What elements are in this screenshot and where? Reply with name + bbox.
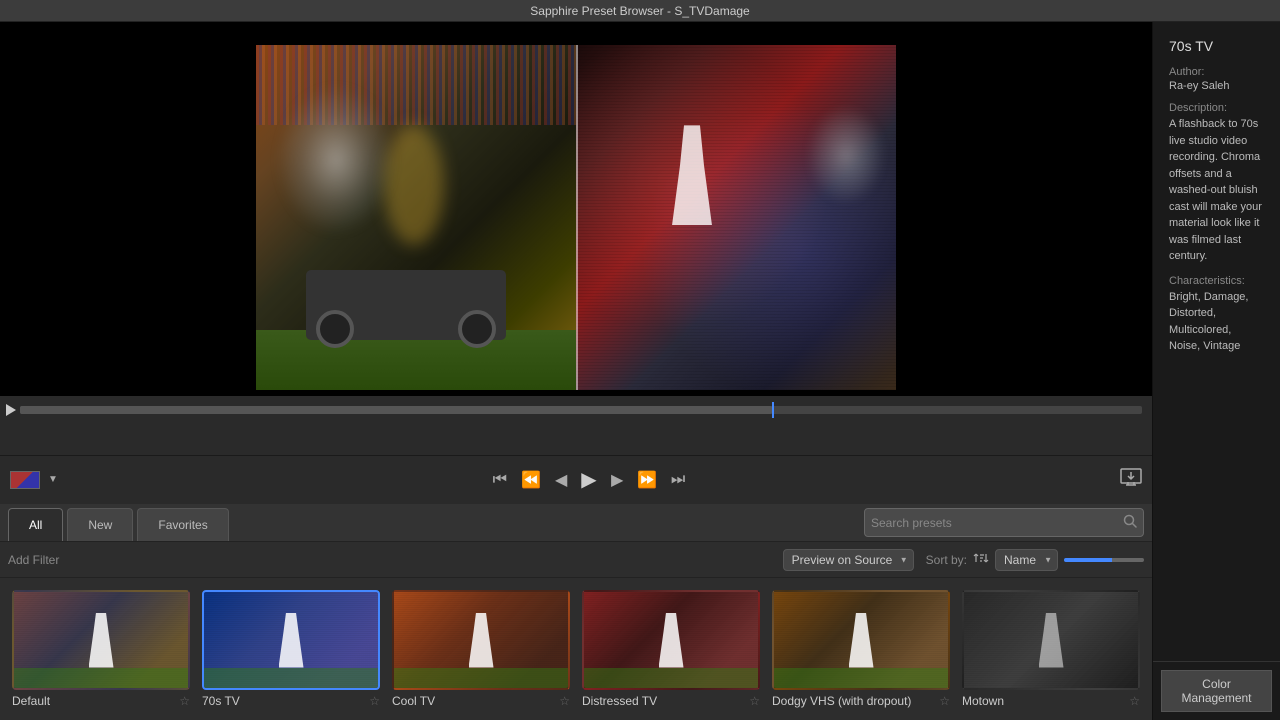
skip-fwd-button[interactable]: ⏭ <box>667 467 689 493</box>
color-management-button[interactable]: Color Management <box>1161 670 1272 712</box>
star-icon-cooltv[interactable]: ☆ <box>559 694 570 708</box>
timeline-scrub[interactable] <box>0 396 1152 424</box>
star-icon-default[interactable]: ☆ <box>179 694 190 708</box>
desc-label: Description: <box>1169 102 1264 114</box>
preset-thumb-motown[interactable] <box>962 590 1140 690</box>
rewind-button[interactable]: ⏪ <box>517 466 545 494</box>
playhead-arrow[interactable] <box>6 404 16 416</box>
preset-name-default: Default <box>12 694 175 708</box>
timeline-area <box>0 396 1152 455</box>
sort-icon[interactable] <box>973 550 989 569</box>
video-preview <box>0 22 1152 396</box>
smoke-left <box>276 85 396 235</box>
main-container: ▼ ⏮ ⏪ ◀ ▶ ◀ ⏩ ⏭ <box>0 22 1280 720</box>
preset-thumb-cooltv[interactable] <box>392 590 570 690</box>
split-line[interactable] <box>576 45 578 390</box>
sort-name-wrapper: Name <box>995 549 1058 571</box>
star-icon-distressedtv[interactable]: ☆ <box>749 694 760 708</box>
preset-item-default[interactable]: Default ☆ <box>12 590 190 708</box>
add-filter-link[interactable]: Add Filter <box>8 553 59 567</box>
search-icon[interactable] <box>1123 514 1137 531</box>
preset-name-distressedtv: Distressed TV <box>582 694 745 708</box>
skip-back-button[interactable]: ⏮ <box>489 467 511 493</box>
tab-all[interactable]: All <box>8 508 63 541</box>
sort-label: Sort by: <box>926 553 967 567</box>
split-video <box>256 45 896 390</box>
video-container <box>0 22 1152 396</box>
preset-info: 70s TV Author: Ra-ey Saleh Description: … <box>1153 22 1280 661</box>
color-management-footer: Color Management <box>1153 661 1280 720</box>
tab-new[interactable]: New <box>67 508 133 541</box>
tab-favorites[interactable]: Favorites <box>137 508 228 541</box>
preset-name-dodgyvhs: Dodgy VHS (with dropout) <box>772 694 935 708</box>
video-right <box>576 45 896 390</box>
preview-select[interactable]: Preview on Source <box>783 549 914 571</box>
preview-dropdown-area: Preview on Source <box>783 549 914 571</box>
controls-bar: ▼ ⏮ ⏪ ◀ ▶ ◀ ⏩ ⏭ <box>0 455 1152 504</box>
presets-grid: Default ☆ 70s TV ☆ <box>0 578 1152 720</box>
sort-area: Sort by: Name <box>926 549 1144 571</box>
preset-name-motown: Motown <box>962 694 1125 708</box>
noise-overlay <box>576 45 896 390</box>
preset-item-dodgyvhs[interactable]: Dodgy VHS (with dropout) ☆ <box>772 590 950 708</box>
right-panel: 70s TV Author: Ra-ey Saleh Description: … <box>1152 22 1280 720</box>
star-icon-motown[interactable]: ☆ <box>1129 694 1140 708</box>
step-back-button[interactable]: ◀ <box>551 466 571 494</box>
smoke-right <box>806 105 886 205</box>
preset-thumb-dodgyvhs[interactable] <box>772 590 950 690</box>
preset-item-70stv[interactable]: 70s TV ☆ <box>202 590 380 708</box>
color-swatch[interactable] <box>10 471 40 489</box>
title-bar: Sapphire Preset Browser - S_TVDamage <box>0 0 1280 22</box>
search-container <box>864 508 1144 537</box>
window-title: Sapphire Preset Browser - S_TVDamage <box>530 4 749 18</box>
preset-name-70stv: 70s TV <box>202 694 365 708</box>
preset-name-cooltv: Cool TV <box>392 694 555 708</box>
sort-select[interactable]: Name <box>995 549 1058 571</box>
author-value: Ra-ey Saleh <box>1169 80 1264 92</box>
preset-item-cooltv[interactable]: Cool TV ☆ <box>392 590 570 708</box>
filter-row: Add Filter Preview on Source Sort by: <box>0 542 1152 578</box>
swatch-dropdown-arrow[interactable]: ▼ <box>48 474 58 485</box>
search-input[interactable] <box>871 516 1119 530</box>
preview-select-wrapper: Preview on Source <box>783 549 914 571</box>
video-left <box>256 45 576 390</box>
char-value: Bright, Damage, Distorted, Multicolored,… <box>1169 289 1264 355</box>
vehicle <box>306 270 506 340</box>
tab-bar: All New Favorites <box>0 504 1152 542</box>
preset-info-title: 70s TV <box>1169 38 1264 54</box>
timeline-fill <box>20 406 772 414</box>
transport-controls: ⏮ ⏪ ◀ ▶ ◀ ⏩ ⏭ <box>66 463 1112 496</box>
play-button[interactable]: ▶ <box>577 463 600 496</box>
preset-thumb-70stv[interactable] <box>202 590 380 690</box>
char-label: Characteristics: <box>1169 275 1264 287</box>
star-icon-dodgyvhs[interactable]: ☆ <box>939 694 950 708</box>
fast-fwd-button[interactable]: ⏩ <box>633 466 661 494</box>
step-fwd-button[interactable]: ◀ <box>607 466 627 494</box>
star-icon-70stv[interactable]: ☆ <box>369 694 380 708</box>
preset-item-motown[interactable]: Motown ☆ <box>962 590 1140 708</box>
export-button[interactable] <box>1120 468 1142 491</box>
timeline-marker <box>772 402 774 418</box>
preset-item-distressedtv[interactable]: Distressed TV ☆ <box>582 590 760 708</box>
size-slider[interactable] <box>1064 558 1144 562</box>
timeline-track[interactable] <box>20 406 1142 414</box>
preset-thumb-default[interactable] <box>12 590 190 690</box>
preset-thumb-distressedtv[interactable] <box>582 590 760 690</box>
author-label: Author: <box>1169 66 1264 78</box>
left-area: ▼ ⏮ ⏪ ◀ ▶ ◀ ⏩ ⏭ <box>0 22 1152 720</box>
filter-area: All New Favorites Add Filter <box>0 504 1152 720</box>
desc-value: A flashback to 70s live studio video rec… <box>1169 116 1264 265</box>
